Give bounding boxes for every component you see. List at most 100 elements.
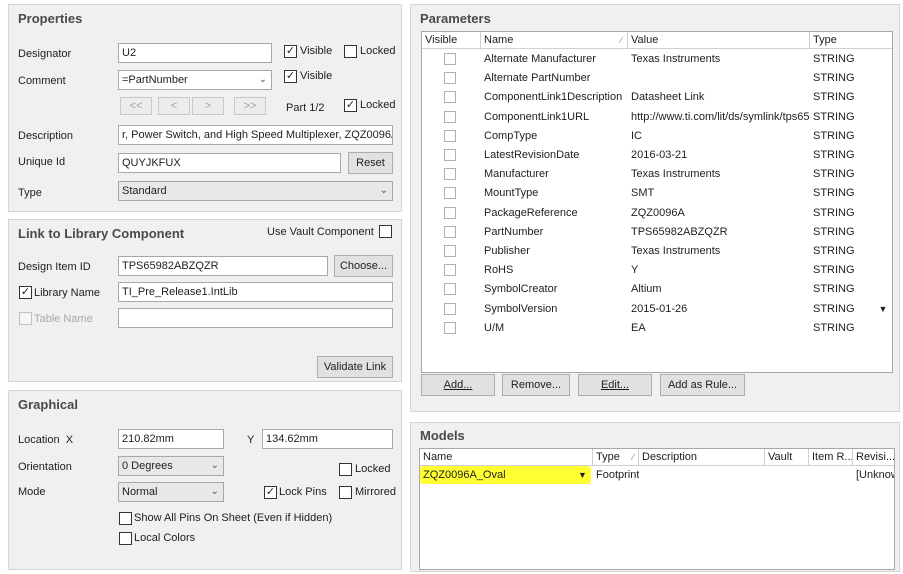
validate-link-button[interactable]: Validate Link xyxy=(317,356,393,378)
prev-part-button[interactable]: < xyxy=(158,97,190,115)
table-name-input[interactable] xyxy=(118,308,393,328)
comment-select[interactable]: =PartNumber ⌄ xyxy=(118,70,272,90)
model-row[interactable]: ZQZ0096A_Oval ▼ Footprint [Unknown] xyxy=(420,466,894,484)
parameter-row[interactable]: PartNumber TPS65982ABZQZR STRING xyxy=(422,223,892,242)
table-name-checkbox[interactable] xyxy=(19,312,32,325)
part-indicator: Part 1/2 xyxy=(286,102,325,114)
parameter-row[interactable]: SymbolVersion 2015-01-26 STRING xyxy=(422,300,892,319)
parameter-row[interactable]: ComponentLink1Description Datasheet Link S… xyxy=(422,88,892,107)
design-item-input[interactable]: TPS65982ABZQZR xyxy=(118,256,328,276)
column-header-type[interactable]: Type xyxy=(810,32,892,49)
part-locked-checkbox[interactable]: ✓ xyxy=(344,99,357,112)
library-name-checkbox[interactable]: ✓ xyxy=(19,286,32,299)
first-part-button[interactable]: << xyxy=(120,97,152,115)
parameter-row[interactable]: U/M EA STRING xyxy=(422,319,892,338)
parameter-name: Manufacturer xyxy=(484,168,549,181)
parameter-row[interactable]: Alternate Manufacturer Texas Instruments S… xyxy=(422,50,892,69)
parameter-row[interactable]: PackageReference ZQZ0096A STRING xyxy=(422,204,892,223)
parameter-visible-checkbox[interactable] xyxy=(444,168,456,181)
dropdown-arrow-icon[interactable]: ▼ xyxy=(876,301,890,317)
parameter-row[interactable]: Alternate PartNumber STRING xyxy=(422,69,892,88)
designator-visible-checkbox[interactable]: ✓ xyxy=(284,45,297,58)
parameter-visible-checkbox[interactable] xyxy=(444,72,456,85)
show-all-pins-checkbox[interactable] xyxy=(119,512,132,525)
parameter-visible-checkbox[interactable] xyxy=(444,206,456,219)
parameter-value: Texas Instruments xyxy=(631,245,721,257)
column-header-value[interactable]: Value xyxy=(628,32,810,49)
choose-button[interactable]: Choose... xyxy=(334,255,393,277)
comment-visible-checkbox[interactable]: ✓ xyxy=(284,70,297,83)
model-description xyxy=(639,466,765,484)
show-all-pins-label: Show All Pins On Sheet (Even if Hidden) xyxy=(134,512,333,524)
parameter-row[interactable]: Publisher Texas Instruments STRING xyxy=(422,242,892,261)
graphical-title: Graphical xyxy=(18,397,78,412)
parameter-row[interactable]: MountType SMT STRING xyxy=(422,184,892,203)
library-name-input[interactable]: TI_Pre_Release1.IntLib xyxy=(118,282,393,302)
graphical-locked-checkbox[interactable] xyxy=(339,463,352,476)
models-panel: Models Name Type ∕ Description Vault Ite… xyxy=(410,422,900,572)
parameter-type: STRING xyxy=(813,206,855,219)
chevron-down-icon: ⌄ xyxy=(210,460,219,471)
designator-locked-checkbox[interactable] xyxy=(344,45,357,58)
add-as-rule-button[interactable]: Add as Rule... xyxy=(660,374,745,396)
parameter-row[interactable]: LatestRevisionDate 2016-03-21 STRING xyxy=(422,146,892,165)
parameter-visible-checkbox[interactable] xyxy=(444,321,456,334)
models-column-item-revision[interactable]: Item R... xyxy=(809,449,853,466)
next-part-button[interactable]: > xyxy=(192,97,224,115)
parameter-visible-checkbox[interactable] xyxy=(444,53,456,65)
designator-input[interactable]: U2 xyxy=(118,43,272,63)
orientation-label: Orientation xyxy=(18,461,72,473)
unique-id-input[interactable]: QUYJKFUX xyxy=(118,153,341,173)
models-column-description[interactable]: Description xyxy=(639,449,765,466)
column-header-name[interactable]: Name ∕ xyxy=(481,32,628,49)
orientation-select[interactable]: 0 Degrees ⌄ xyxy=(118,456,224,476)
location-x-input[interactable]: 210.82mm xyxy=(118,429,224,449)
description-input[interactable]: r, Power Switch, and High Speed Multiple… xyxy=(118,125,393,145)
parameter-name: SymbolCreator xyxy=(484,283,558,296)
location-x-label: Location X xyxy=(18,434,74,446)
use-vault-checkbox[interactable] xyxy=(379,225,392,238)
local-colors-checkbox[interactable] xyxy=(119,532,132,545)
mode-select[interactable]: Normal ⌄ xyxy=(118,482,224,502)
remove-parameter-label: Remove... xyxy=(510,379,562,391)
lock-pins-checkbox[interactable]: ✓ xyxy=(264,486,277,499)
type-select[interactable]: Standard ⌄ xyxy=(118,181,393,201)
parameter-visible-checkbox[interactable] xyxy=(444,91,456,104)
edit-parameter-button[interactable]: Edit... xyxy=(578,374,652,396)
parameter-row[interactable]: RoHS Y STRING xyxy=(422,261,892,280)
parameter-visible-checkbox[interactable] xyxy=(444,129,456,142)
location-y-input[interactable]: 134.62mm xyxy=(262,429,393,449)
remove-parameter-button[interactable]: Remove... xyxy=(502,374,570,396)
chevron-down-icon: ⌄ xyxy=(379,185,388,196)
models-column-vault[interactable]: Vault xyxy=(765,449,809,466)
mirrored-checkbox[interactable] xyxy=(339,486,352,499)
parameter-row[interactable]: SymbolCreator Altium STRING xyxy=(422,280,892,299)
parameter-row[interactable]: ComponentLink1URL http://www.ti.com/lit/d… xyxy=(422,108,892,127)
parameter-visible-checkbox[interactable] xyxy=(444,149,456,161)
last-part-button[interactable]: >> xyxy=(234,97,266,115)
parameter-visible-checkbox[interactable] xyxy=(444,264,456,277)
parameter-value: ZQZ0096A xyxy=(631,206,685,219)
graphical-locked-label: Locked xyxy=(355,463,391,475)
parameter-visible-checkbox[interactable] xyxy=(444,187,456,200)
parameter-visible-checkbox[interactable] xyxy=(444,245,456,257)
models-column-name[interactable]: Name xyxy=(420,449,593,466)
design-item-label: Design Item ID xyxy=(18,261,91,273)
parameter-value: Texas Instruments xyxy=(631,53,721,65)
model-dropdown-icon[interactable]: ▼ xyxy=(578,466,587,484)
properties-panel: Properties Designator U2 ✓ Visible Locke… xyxy=(8,4,402,212)
parameter-row[interactable]: Manufacturer Texas Instruments STRING xyxy=(422,165,892,184)
column-header-visible[interactable]: Visible xyxy=(422,32,481,49)
designator-visible-label: Visible xyxy=(300,45,333,57)
parameter-visible-checkbox[interactable] xyxy=(444,225,456,238)
models-column-type[interactable]: Type ∕ xyxy=(593,449,639,466)
model-name[interactable]: ZQZ0096A_Oval xyxy=(420,466,580,484)
parameter-visible-checkbox[interactable] xyxy=(444,110,456,123)
parameter-visible-checkbox[interactable] xyxy=(444,302,456,315)
add-parameter-button[interactable]: Add... xyxy=(421,374,495,396)
library-link-panel: Link to Library Component Use Vault Comp… xyxy=(8,219,402,382)
reset-button[interactable]: Reset xyxy=(348,152,393,174)
parameter-visible-checkbox[interactable] xyxy=(444,283,456,296)
parameter-row[interactable]: CompType IC STRING xyxy=(422,127,892,146)
models-column-revision[interactable]: Revisi... xyxy=(853,449,894,466)
